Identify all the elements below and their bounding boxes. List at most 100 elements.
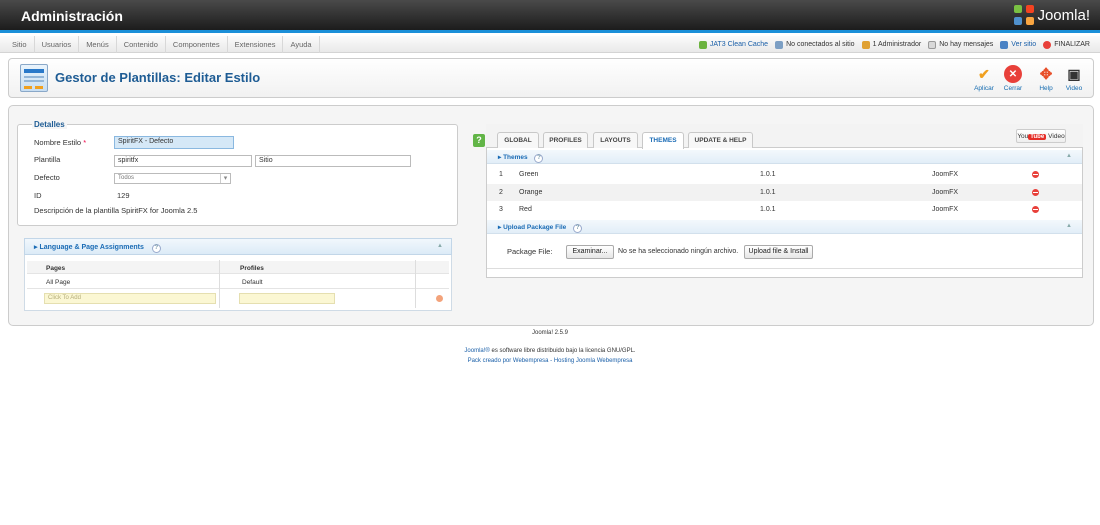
delete-icon[interactable] [1032, 171, 1039, 178]
menu-item-contenido[interactable]: Contenido [117, 36, 166, 53]
upload-section-header[interactable]: ▸ Upload Package File ? ▲ [487, 220, 1082, 234]
assignments-title-text: Language & Page Assignments [39, 244, 144, 251]
themes-section-title-text: Themes [503, 154, 528, 161]
checkmark-icon: ✔ [978, 65, 990, 82]
divider [487, 268, 1082, 269]
tab-update-help[interactable]: UPDATE & HELP [688, 132, 753, 148]
close-icon: ✕ [1004, 65, 1022, 83]
recycle-icon [698, 40, 707, 49]
help-button[interactable]: ? [473, 134, 485, 147]
footer-credit-link[interactable]: Pack creado por Webempresa - Hosting Joo… [0, 358, 1100, 364]
apply-label: Aplicar [974, 85, 994, 92]
admin-user-icon [861, 40, 870, 49]
view-site-link[interactable]: Ver sitio [1000, 40, 1036, 49]
no-file-text: No se ha seleccionado ningún archivo. [618, 248, 739, 255]
status-bar: JAT3 Clean Cache No conectados al sitio … [698, 36, 1090, 53]
style-name-label: Nombre Estilo * [34, 138, 86, 147]
tab-themes[interactable]: THEMES [642, 132, 684, 149]
theme-name: Green [519, 171, 539, 178]
template-description: Descripción de la plantilla SpiritFX for… [34, 206, 197, 215]
admins-status: 1 Administrador [861, 40, 921, 49]
menu-item-usuarios[interactable]: Usuarios [35, 36, 80, 53]
themes-section-title: ▸ Themes ? [498, 153, 544, 163]
close-button[interactable]: ✕ Cerrar [1000, 65, 1026, 92]
theme-row: 2 Orange 1.0.1 JoomFX [487, 184, 1082, 201]
lifebuoy-icon: ✥ [1039, 66, 1053, 83]
profile-cell: Default [242, 279, 263, 286]
joomla-link[interactable]: Joomla!® [464, 348, 489, 354]
delete-icon[interactable] [1032, 189, 1039, 196]
footer-license-text: es software libre distribuido bajo la li… [489, 348, 636, 354]
upload-section-title: ▸ Upload Package File ? [498, 223, 583, 233]
remove-icon[interactable] [436, 295, 443, 302]
logout-link[interactable]: FINALIZAR [1043, 40, 1090, 49]
assignments-header-row [27, 261, 449, 274]
tab-layouts[interactable]: LAYOUTS [593, 132, 638, 148]
theme-author: JoomFX [932, 206, 959, 213]
youtube-logo-you: You [1017, 132, 1029, 140]
help-button[interactable]: ✥ Help [1033, 65, 1059, 92]
messages-status[interactable]: No hay mensajes [928, 40, 994, 49]
menu-item-menus[interactable]: Menús [79, 36, 117, 53]
menu-item-componentes[interactable]: Componentes [166, 36, 228, 53]
theme-row: 1 Green 1.0.1 JoomFX [487, 166, 1082, 183]
default-select[interactable]: Todos [114, 173, 231, 184]
footer-version: Joomla! 2.5.9 [531, 330, 569, 336]
messages-label: No hay mensajes [939, 41, 994, 48]
admin-title: Administración [21, 8, 123, 24]
add-page-field[interactable]: Click To Add [44, 293, 216, 304]
main-menu: Sitio Usuarios Menús Contenido Component… [5, 36, 320, 53]
power-icon [1043, 40, 1052, 49]
style-name-label-text: Nombre Estilo [34, 138, 82, 147]
details-legend: Detalles [32, 120, 67, 129]
video-label: Video [1048, 132, 1065, 140]
add-profile-field[interactable] [239, 293, 335, 304]
upload-install-button[interactable]: Upload file & Install [744, 245, 813, 259]
theme-version: 1.0.1 [760, 171, 776, 178]
package-file-label: Package File: [507, 247, 553, 256]
help-icon[interactable]: ? [573, 224, 583, 233]
menu-item-extensiones[interactable]: Extensiones [228, 36, 284, 53]
theme-version: 1.0.1 [760, 206, 776, 213]
template-input[interactable]: spiritfx [114, 155, 252, 167]
footer-credit-text: Pack creado por Webempresa - Hosting Joo… [467, 358, 633, 364]
footer-license: Joomla!® es software libre distribuido b… [0, 348, 1100, 354]
required-mark: * [83, 138, 87, 147]
collapse-icon[interactable]: ▲ [437, 243, 443, 249]
menu-item-sitio[interactable]: Sitio [5, 36, 35, 53]
theme-number: 2 [499, 189, 503, 196]
monitor-icon [1000, 40, 1009, 49]
theme-version: 1.0.1 [760, 189, 776, 196]
client-input[interactable]: Sitio [255, 155, 411, 167]
visitors-status: No conectados al sitio [775, 40, 855, 49]
joomla-logo[interactable]: Joomla! [1014, 5, 1090, 25]
theme-author: JoomFX [932, 171, 959, 178]
video-button[interactable]: ▣ Video [1061, 65, 1087, 93]
help-icon[interactable]: ? [534, 154, 544, 163]
table-row [27, 274, 449, 289]
film-icon: ▣ [1067, 65, 1081, 82]
clean-cache-link[interactable]: JAT3 Clean Cache [698, 40, 768, 49]
browse-button[interactable]: Examinar... [566, 245, 614, 259]
collapse-icon[interactable]: ▲ [1066, 153, 1072, 159]
tab-global[interactable]: GLOBAL [497, 132, 539, 148]
collapse-icon[interactable]: ▲ [1066, 223, 1072, 229]
style-name-input[interactable]: SpiritFX - Defecto [114, 136, 234, 149]
id-value: 129 [117, 191, 130, 200]
tab-profiles[interactable]: PROFILES [543, 132, 588, 148]
column-divider [219, 260, 220, 308]
joomla-logo-icon [1014, 5, 1035, 25]
theme-number: 1 [499, 171, 503, 178]
envelope-icon [928, 40, 937, 49]
visitors-label: No conectados al sitio [786, 41, 855, 48]
description-value: SpiritFX for Joomla 2.5 [121, 206, 198, 215]
youtube-video-button[interactable]: You Tube Video [1016, 129, 1066, 143]
delete-icon[interactable] [1032, 206, 1039, 213]
help-icon[interactable]: ? [151, 244, 161, 253]
menu-item-ayuda[interactable]: Ayuda [283, 36, 320, 53]
themes-section-header[interactable]: ▸ Themes ? ▲ [487, 150, 1082, 164]
apply-button[interactable]: ✔ Aplicar [971, 65, 997, 93]
upload-section-title-text: Upload Package File [503, 224, 567, 231]
theme-name: Orange [519, 189, 543, 196]
assignments-header[interactable]: ▸ Language & Page Assignments ? ▲ [24, 238, 452, 255]
